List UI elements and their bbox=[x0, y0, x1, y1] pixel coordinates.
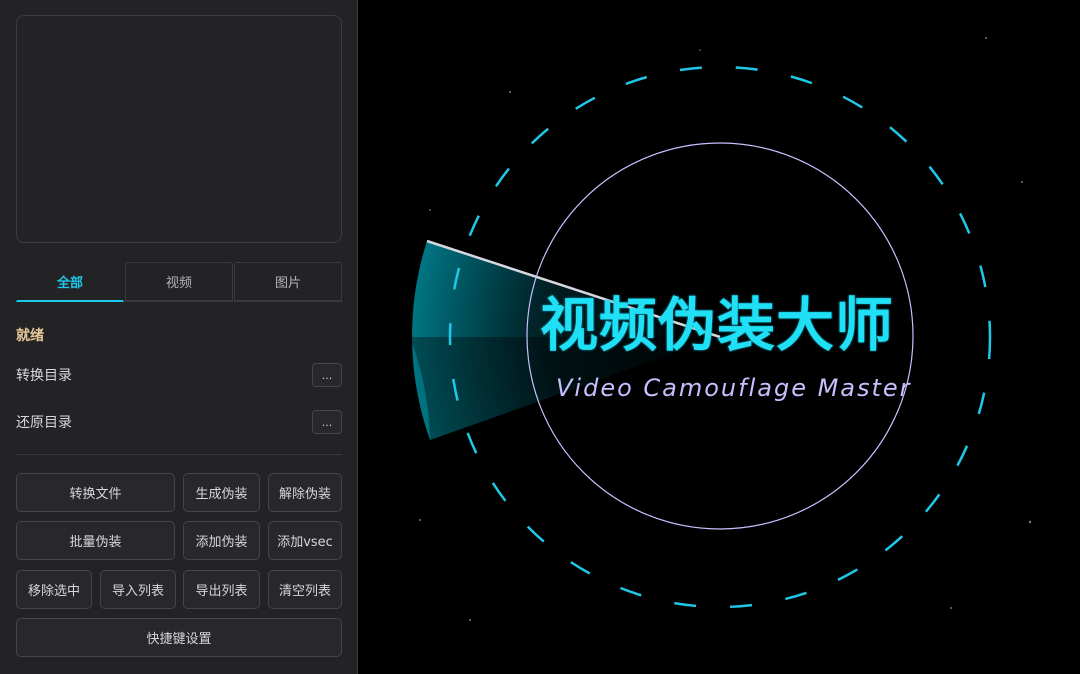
convert-file-button[interactable]: 转换文件 bbox=[16, 473, 175, 512]
clear-list-button[interactable]: 清空列表 bbox=[268, 570, 342, 609]
tab-image[interactable]: 图片 bbox=[234, 262, 342, 302]
app-subtitle: Video Camouflage Master bbox=[556, 374, 912, 402]
remove-camo-button[interactable]: 解除伪装 bbox=[268, 473, 342, 512]
convert-dir-row: 转换目录 ... bbox=[16, 362, 342, 388]
batch-camo-button[interactable]: 批量伪装 bbox=[16, 521, 175, 560]
restore-dir-row: 还原目录 ... bbox=[16, 409, 342, 435]
app-title: 视频伪装大师 bbox=[540, 291, 895, 359]
sidebar: 全部 视频 图片 就绪 转换目录 ... 还原目录 ... 转换文件 生成伪装 … bbox=[0, 0, 358, 674]
tab-video[interactable]: 视频 bbox=[125, 262, 233, 302]
add-camo-button[interactable]: 添加伪装 bbox=[183, 521, 260, 560]
generate-camo-button[interactable]: 生成伪装 bbox=[183, 473, 260, 512]
export-list-button[interactable]: 导出列表 bbox=[183, 570, 260, 609]
preview-area bbox=[16, 15, 342, 243]
restore-dir-label: 还原目录 bbox=[16, 415, 72, 431]
divider bbox=[16, 454, 342, 455]
restore-dir-browse-button[interactable]: ... bbox=[312, 410, 342, 434]
tab-all[interactable]: 全部 bbox=[16, 262, 124, 302]
tab-bar: 全部 视频 图片 bbox=[16, 262, 342, 302]
add-vsec-button[interactable]: 添加vsec bbox=[268, 521, 342, 560]
import-list-button[interactable]: 导入列表 bbox=[100, 570, 176, 609]
status-text: 就绪 bbox=[16, 328, 44, 344]
convert-dir-label: 转换目录 bbox=[16, 368, 72, 384]
remove-selected-button[interactable]: 移除选中 bbox=[16, 570, 92, 609]
shortcut-settings-button[interactable]: 快捷键设置 bbox=[16, 618, 342, 657]
convert-dir-browse-button[interactable]: ... bbox=[312, 363, 342, 387]
